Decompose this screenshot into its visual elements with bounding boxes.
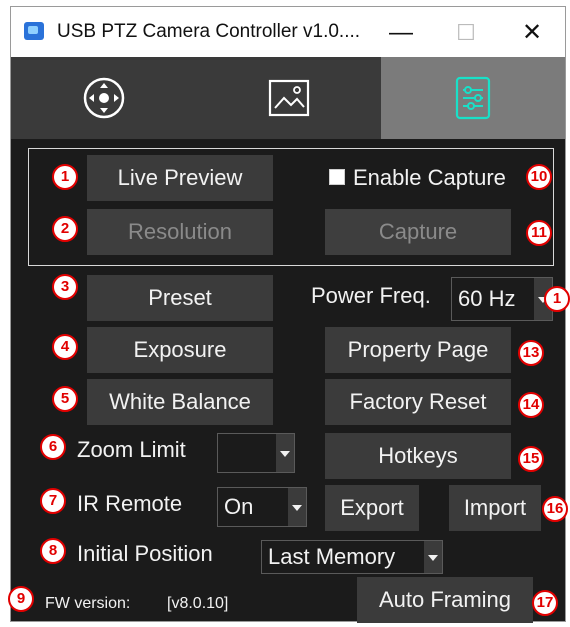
callout-badge: 2 <box>52 216 78 242</box>
hotkeys-button[interactable]: Hotkeys <box>325 433 511 479</box>
callout-badge: 16 <box>542 496 568 522</box>
callout-badge: 4 <box>52 334 78 360</box>
ir-remote-value: On <box>224 494 254 519</box>
exposure-button[interactable]: Exposure <box>87 327 273 373</box>
fw-version-label: FW version: <box>45 595 131 612</box>
window-title: USB PTZ Camera Controller v1.0.... <box>57 21 361 42</box>
factory-reset-button[interactable]: Factory Reset <box>325 379 511 425</box>
enable-capture-checkbox[interactable] <box>329 169 345 185</box>
chevron-down-icon <box>276 434 294 472</box>
callout-badge: 1 <box>52 164 78 190</box>
chevron-down-icon <box>288 488 306 526</box>
import-button[interactable]: Import <box>449 485 541 531</box>
resolution-button[interactable]: Resolution <box>87 209 273 255</box>
app-window: USB PTZ Camera Controller v1.0.... — ☐ ✕ <box>10 6 566 623</box>
chevron-down-icon <box>424 541 442 573</box>
callout-badge: 8 <box>40 538 66 564</box>
callout-badge: 1 <box>544 286 570 312</box>
fw-version-value: [v8.0.10] <box>167 595 229 612</box>
callout-badge: 6 <box>40 434 66 460</box>
enable-capture-label: Enable Capture <box>353 165 506 190</box>
callout-badge: 15 <box>518 446 544 472</box>
callout-badge: 5 <box>52 386 78 412</box>
callout-badge: 11 <box>526 220 552 246</box>
power-freq-value: 60 Hz <box>458 286 516 311</box>
image-icon <box>268 79 309 117</box>
initial-position-value: Last Memory <box>268 544 396 569</box>
callout-badge: 7 <box>40 488 66 514</box>
callout-badge: 3 <box>52 274 78 300</box>
tab-ptz-control[interactable] <box>11 57 196 139</box>
zoom-limit-label: Zoom Limit <box>77 437 186 462</box>
power-freq-select[interactable]: 60 Hz <box>451 277 553 321</box>
power-freq-label: Power Freq. <box>311 283 431 308</box>
property-page-button[interactable]: Property Page <box>325 327 511 373</box>
sliders-icon <box>455 76 491 120</box>
initial-position-select[interactable]: Last Memory <box>261 540 443 574</box>
ir-remote-label: IR Remote <box>77 491 183 516</box>
callout-badge: 9 <box>8 586 34 612</box>
tab-settings[interactable] <box>381 57 565 139</box>
preset-button[interactable]: Preset <box>87 275 273 321</box>
maximize-icon[interactable]: ☐ <box>441 13 491 53</box>
live-preview-button[interactable]: Live Preview <box>87 155 273 201</box>
joystick-icon <box>83 77 124 119</box>
tab-bar <box>11 57 565 139</box>
capture-button[interactable]: Capture <box>325 209 511 255</box>
white-balance-button[interactable]: White Balance <box>87 379 273 425</box>
app-icon <box>24 22 44 40</box>
callout-badge: 13 <box>518 340 544 366</box>
title-bar: USB PTZ Camera Controller v1.0.... — ☐ ✕ <box>11 7 565 57</box>
zoom-limit-select[interactable] <box>217 433 295 473</box>
callout-badge: 10 <box>526 164 552 190</box>
minimize-icon[interactable]: — <box>376 13 426 53</box>
initial-position-label: Initial Position <box>77 541 213 566</box>
close-icon[interactable]: ✕ <box>507 13 557 53</box>
callout-badge: 14 <box>518 392 544 418</box>
ir-remote-select[interactable]: On <box>217 487 307 527</box>
export-button[interactable]: Export <box>325 485 419 531</box>
callout-badge: 17 <box>532 590 558 616</box>
auto-framing-button[interactable]: Auto Framing <box>357 577 533 623</box>
tab-image[interactable] <box>196 57 381 139</box>
